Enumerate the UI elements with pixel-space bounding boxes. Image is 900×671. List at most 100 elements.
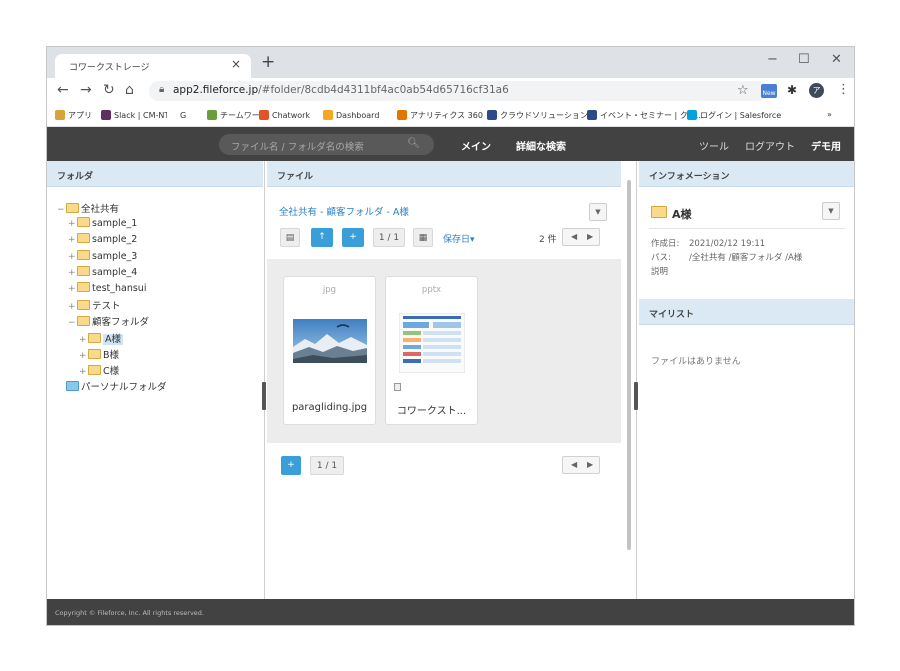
extension-new-icon[interactable]: New (761, 84, 777, 98)
browser-menu-icon[interactable]: ⋮ (837, 82, 850, 97)
info-pane-header: インフォメーション (639, 161, 854, 187)
bookmark-item[interactable]: G (167, 110, 186, 120)
tree-toggle-icon[interactable]: + (68, 219, 77, 229)
pane-divider-right (636, 161, 637, 599)
folder-tree-toggle-icon[interactable]: ▤ (280, 228, 300, 247)
folder-icon (77, 233, 90, 244)
bookmark-icon (259, 110, 269, 120)
tree-item[interactable]: + A様 (79, 331, 123, 345)
bookmark-item[interactable]: Chatwork (259, 110, 310, 120)
tree-toggle-icon[interactable]: + (68, 235, 77, 245)
url-path: /#folder/8cdb4d4311bf4ac0ab54d65716cf31a… (258, 84, 509, 96)
add-button[interactable]: + (342, 228, 364, 247)
bookmark-item[interactable]: アプリ (55, 110, 92, 121)
bookmark-star-icon[interactable]: ☆ (737, 83, 749, 98)
close-window-icon[interactable]: ✕ (831, 52, 842, 67)
file-count: 2 件 (539, 235, 557, 245)
tree-toggle-icon[interactable]: − (68, 318, 77, 328)
folder-icon (77, 249, 90, 260)
search-placeholder: ファイル名 / フォルダ名の検索 (231, 142, 364, 153)
file-card-jpg[interactable]: jpg paragliding.jpg (283, 276, 376, 425)
nav-tools[interactable]: ツール (699, 138, 729, 153)
tree-item[interactable]: + test_hansui (68, 282, 146, 294)
next-page-icon[interactable]: ▶ (587, 460, 593, 469)
extensions-puzzle-icon[interactable]: ✱ (787, 83, 797, 97)
next-page-icon[interactable]: ▶ (587, 232, 593, 241)
info-folder-name: A様 (672, 208, 692, 221)
tab-close-icon[interactable]: × (231, 57, 241, 71)
tree-toggle-icon[interactable]: + (68, 302, 77, 312)
file-grid: jpg paragliding.jpg pptx コワークスト... (267, 259, 621, 443)
profile-avatar[interactable]: ア (809, 83, 824, 98)
tree-item[interactable]: + C様 (79, 363, 119, 377)
info-menu-dropdown[interactable]: ▼ (822, 202, 840, 220)
grid-view-icon[interactable]: ▦ (413, 228, 433, 247)
url-host: app2.fileforce.jp (173, 84, 259, 96)
file-scrollbar[interactable] (627, 180, 631, 550)
folder-icon (66, 381, 79, 392)
tree-item[interactable]: + sample_1 (68, 217, 137, 229)
bookmarks-bar: アプリ Slack | CM-NTT G チームワーク Chatwork Dashboar… (47, 104, 854, 127)
minimize-icon[interactable]: − (767, 52, 778, 67)
new-tab-icon[interactable]: + (261, 52, 275, 72)
tree-toggle-icon[interactable]: + (68, 284, 77, 294)
browser-window: コワークストレージ × + − ☐ ✕ ← → ↻ ⌂ 🔒︎ app2.file… (46, 46, 855, 626)
tree-label: sample_3 (92, 250, 138, 262)
nav-logout[interactable]: ログアウト (745, 138, 795, 153)
breadcrumb[interactable]: 全社共有 - 顧客フォルダ - A様 (279, 204, 409, 218)
tree-item[interactable]: + テスト (68, 298, 121, 312)
url-field[interactable]: 🔒︎ app2.fileforce.jp/#folder/8cdb4d4311b… (149, 81, 769, 101)
search-icon[interactable]: 🔍︎ (407, 138, 420, 149)
bookmark-item[interactable]: Slack | CM-NTT (101, 110, 174, 120)
tree-toggle-icon[interactable]: − (57, 205, 66, 215)
tree-item[interactable]: + sample_3 (68, 249, 138, 262)
bookmark-icon (207, 110, 217, 120)
add-bottom-button[interactable]: + (281, 456, 301, 475)
pager-top: ◀ ▶ (562, 228, 600, 246)
home-icon[interactable]: ⌂ (125, 82, 134, 98)
tree-item[interactable]: パーソナルフォルダ (57, 379, 167, 393)
tree-toggle-icon[interactable]: + (79, 367, 88, 377)
bookmark-item[interactable]: » (827, 110, 832, 119)
left-resize-handle[interactable] (262, 382, 266, 410)
bookmark-item[interactable]: ログイン | Salesforce (687, 110, 781, 121)
nav-user[interactable]: デモ用 (811, 138, 841, 153)
search-input[interactable]: ファイル名 / フォルダ名の検索 🔍︎ (219, 134, 434, 155)
reload-icon[interactable]: ↻ (103, 82, 115, 98)
tree-label: A様 (103, 333, 123, 345)
bookmark-item[interactable]: アナリティクス 360 (397, 110, 483, 121)
tree-toggle-icon[interactable]: + (79, 351, 88, 361)
file-name: paragliding.jpg (291, 402, 368, 413)
upload-button[interactable]: ↑ (311, 228, 333, 247)
bookmark-item[interactable]: クラウドソリューション (487, 110, 588, 121)
forward-icon[interactable]: → (80, 82, 92, 98)
right-resize-handle[interactable] (634, 382, 638, 410)
folder-icon (88, 332, 101, 343)
prev-page-icon[interactable]: ◀ (571, 460, 577, 469)
maximize-icon[interactable]: ☐ (798, 52, 810, 67)
nav-main[interactable]: メイン (449, 138, 503, 164)
prev-page-icon[interactable]: ◀ (571, 232, 577, 241)
tree-item[interactable]: + sample_4 (68, 265, 137, 278)
bookmark-label: Dashboard (336, 111, 380, 120)
tree-toggle-icon[interactable]: + (68, 252, 77, 262)
browser-tab[interactable]: コワークストレージ × (55, 54, 251, 78)
tree-item[interactable]: − 顧客フォルダ (68, 314, 149, 328)
tree-label: sample_2 (92, 234, 138, 246)
tree-toggle-icon[interactable]: + (68, 268, 77, 278)
bookmark-item[interactable]: Dashboard (323, 110, 379, 120)
tree-item[interactable]: + B様 (79, 347, 119, 361)
file-card-pptx[interactable]: pptx コワークスト... (385, 276, 478, 425)
bookmark-label: » (827, 110, 832, 119)
file-menu-dropdown[interactable]: ▼ (589, 203, 607, 221)
file-name: コワークスト... (396, 406, 467, 417)
tree-toggle-icon[interactable]: + (79, 335, 88, 345)
sort-dropdown[interactable]: 保存日▾ (443, 232, 475, 245)
back-icon[interactable]: ← (57, 82, 69, 98)
file-type-icon (394, 383, 401, 391)
app-footer: Copyright © Fileforce, Inc. All rights r… (47, 599, 854, 625)
tree-item[interactable]: + sample_2 (68, 233, 137, 245)
nav-advanced-search[interactable]: 詳細な検索 (516, 138, 566, 153)
tree-item[interactable]: − 全社共有 (57, 201, 119, 215)
bookmark-item[interactable]: イベント・セミナー | クラ... (587, 110, 703, 121)
